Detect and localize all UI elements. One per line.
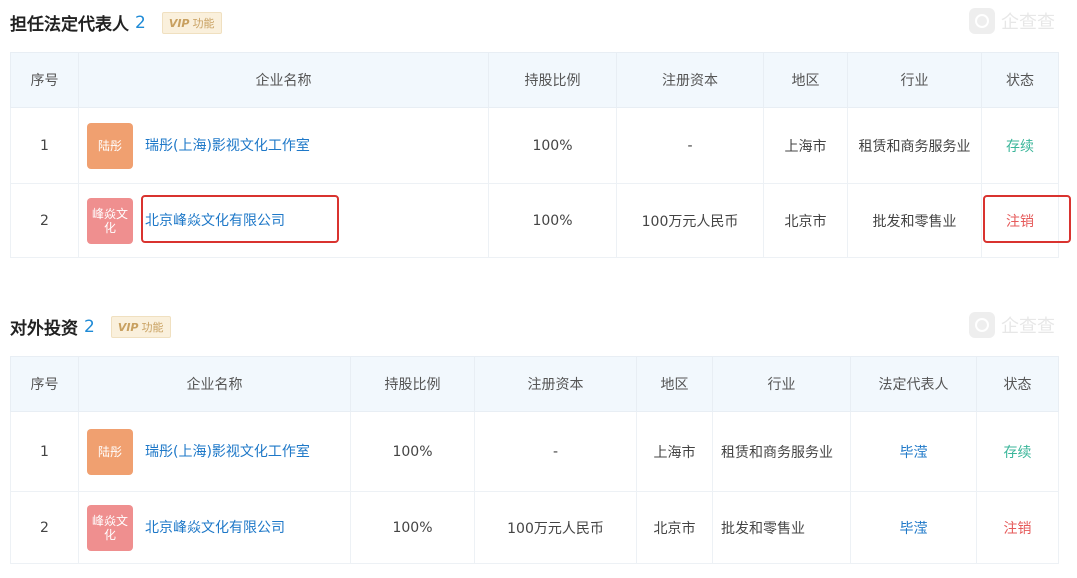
company-link[interactable]: 瑞彤(上海)影视文化工作室 — [145, 441, 310, 463]
col-header: 状态 — [976, 356, 1059, 412]
row-index: 1 — [10, 107, 79, 184]
table-header-row: 序号 企业名称 持股比例 注册资本 地区 行业 状态 — [10, 52, 1059, 108]
company-cell: 陆彤 瑞彤(上海)影视文化工作室 — [78, 107, 489, 184]
vip-badge-label: 功能 — [192, 16, 215, 30]
legal-rep-table: 序号 企业名称 持股比例 注册资本 地区 行业 状态 1 陆彤 瑞彤(上海)影视… — [10, 52, 1059, 258]
vip-badge[interactable]: VIP 功能 — [161, 11, 222, 34]
share-ratio: 100% — [488, 107, 617, 184]
company-logo: 陆彤 — [87, 122, 133, 169]
col-header: 行业 — [847, 52, 982, 108]
row-index: 1 — [10, 411, 79, 492]
col-header: 序号 — [10, 52, 79, 108]
legal-rep-link[interactable]: 毕滢 — [850, 491, 977, 564]
section-header-investment: 对外投资 2 VIP 功能 — [10, 314, 171, 339]
col-header: 企业名称 — [78, 356, 351, 412]
table-row: 1 陆彤 瑞彤(上海)影视文化工作室 100% - 上海市 租赁和商务服务业 毕… — [10, 411, 1059, 492]
vip-badge[interactable]: VIP 功能 — [110, 315, 171, 338]
region: 上海市 — [763, 107, 848, 184]
industry: 批发和零售业 — [712, 491, 851, 564]
share-ratio: 100% — [350, 411, 475, 492]
col-header: 持股比例 — [488, 52, 617, 108]
status-badge: 存续 — [976, 411, 1059, 492]
table-row: 1 陆彤 瑞彤(上海)影视文化工作室 100% - 上海市 租赁和商务服务业 存… — [10, 107, 1059, 184]
registered-capital: 100万元人民币 — [474, 491, 637, 564]
company-link[interactable]: 北京峰焱文化有限公司 — [145, 210, 285, 232]
watermark: 企查查 — [969, 312, 1055, 338]
table-header-row: 序号 企业名称 持股比例 注册资本 地区 行业 法定代表人 状态 — [10, 356, 1059, 412]
table-row: 2 峰焱文化 北京峰焱文化有限公司 100% 100万元人民币 北京市 批发和零… — [10, 491, 1059, 564]
legal-rep-link[interactable]: 毕滢 — [850, 411, 977, 492]
share-ratio: 100% — [488, 183, 617, 258]
company-logo: 陆彤 — [87, 428, 133, 475]
col-header: 持股比例 — [350, 356, 475, 412]
company-cell: 峰焱文化 北京峰焱文化有限公司 — [78, 183, 489, 258]
company-logo: 峰焱文化 — [87, 504, 133, 551]
company-cell: 峰焱文化 北京峰焱文化有限公司 — [78, 491, 351, 564]
watermark: 企查查 — [969, 8, 1055, 34]
industry: 租赁和商务服务业 — [712, 411, 851, 492]
investment-table: 序号 企业名称 持股比例 注册资本 地区 行业 法定代表人 状态 1 陆彤 瑞彤… — [10, 356, 1059, 564]
company-logo: 峰焱文化 — [87, 197, 133, 244]
region: 北京市 — [763, 183, 848, 258]
registered-capital: - — [474, 411, 637, 492]
section-count: 2 — [84, 316, 95, 337]
col-header: 地区 — [763, 52, 848, 108]
company-link[interactable]: 北京峰焱文化有限公司 — [145, 517, 285, 539]
table-row: 2 峰焱文化 北京峰焱文化有限公司 100% 100万元人民币 北京市 批发和零… — [10, 183, 1059, 258]
col-header: 企业名称 — [78, 52, 489, 108]
vip-badge-mark: VIP — [117, 320, 139, 334]
status-badge: 注销 — [976, 491, 1059, 564]
watermark-logo-icon — [969, 8, 995, 34]
company-link[interactable]: 瑞彤(上海)影视文化工作室 — [145, 135, 310, 157]
share-ratio: 100% — [350, 491, 475, 564]
col-header: 注册资本 — [474, 356, 637, 412]
company-cell: 陆彤 瑞彤(上海)影视文化工作室 — [78, 411, 351, 492]
col-header: 状态 — [981, 52, 1059, 108]
col-header: 行业 — [712, 356, 851, 412]
registered-capital: 100万元人民币 — [616, 183, 764, 258]
row-index: 2 — [10, 491, 79, 564]
col-header: 地区 — [636, 356, 713, 412]
section-title: 担任法定代表人 — [10, 15, 129, 35]
section-header-legal-rep: 担任法定代表人 2 VIP 功能 — [10, 10, 222, 35]
watermark-text: 企查查 — [1001, 12, 1055, 33]
col-header: 序号 — [10, 356, 79, 412]
watermark-text: 企查查 — [1001, 316, 1055, 337]
status-badge: 注销 — [981, 183, 1059, 258]
region: 北京市 — [636, 491, 713, 564]
registered-capital: - — [616, 107, 764, 184]
vip-badge-mark: VIP — [168, 16, 190, 30]
status-badge: 存续 — [981, 107, 1059, 184]
col-header: 注册资本 — [616, 52, 764, 108]
section-title: 对外投资 — [10, 319, 78, 339]
industry: 租赁和商务服务业 — [847, 107, 982, 184]
section-count: 2 — [135, 12, 146, 33]
industry: 批发和零售业 — [847, 183, 982, 258]
vip-badge-label: 功能 — [141, 320, 164, 334]
col-header: 法定代表人 — [850, 356, 977, 412]
row-index: 2 — [10, 183, 79, 258]
region: 上海市 — [636, 411, 713, 492]
watermark-logo-icon — [969, 312, 995, 338]
